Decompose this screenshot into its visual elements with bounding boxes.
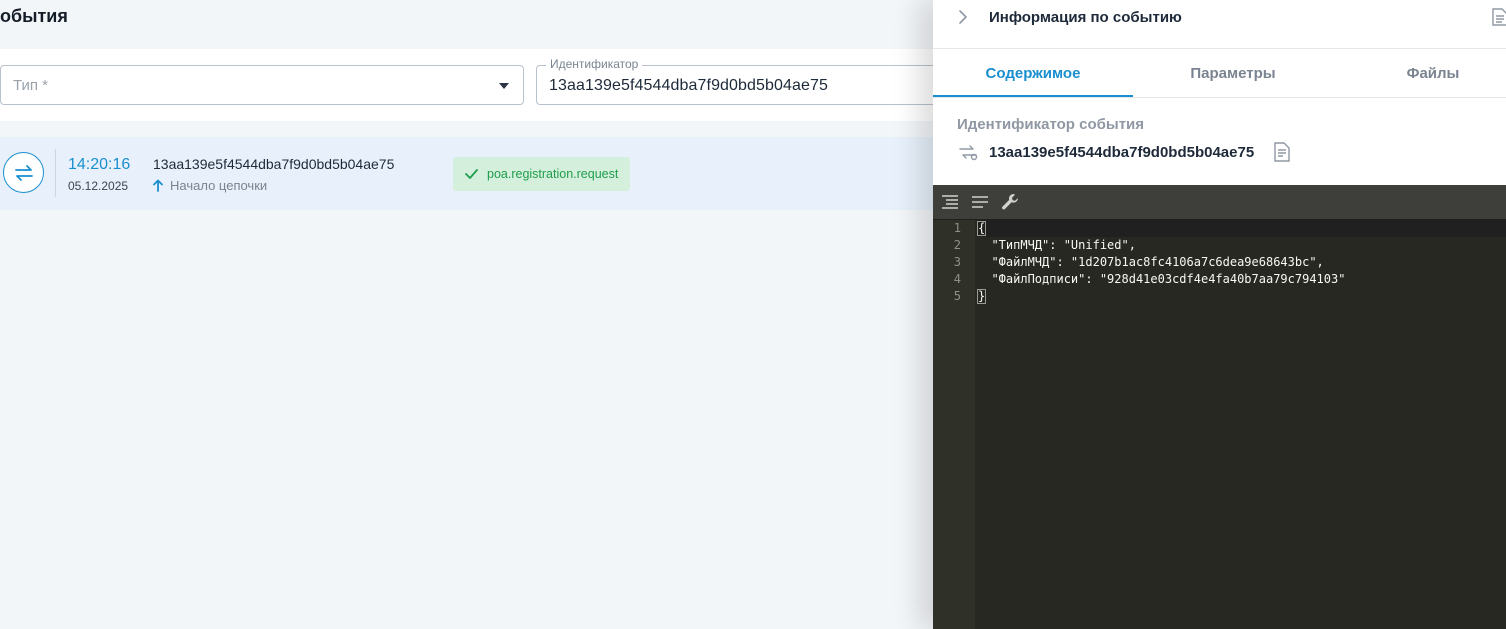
tab-content[interactable]: Содержимое [933,49,1133,97]
code-line: "ТипМЧД": "Unified", [977,238,1136,252]
editor-toolbar [933,185,1506,220]
dropdown-caret-icon[interactable] [499,83,509,89]
copy-document-icon[interactable] [1273,142,1291,162]
tab-files[interactable]: Файлы [1333,49,1506,97]
filter-bar: Тип * Идентификатор 13aa139e5f4544dba7f9… [0,49,946,121]
format-indent-icon[interactable] [941,193,959,211]
line-number: 5 [953,289,961,303]
event-date: 05.12.2025 [68,179,129,193]
identifier-input[interactable]: Идентификатор 13aa139e5f4544dba7f9d0bd5b… [536,57,946,105]
identifier-input-label: Идентификатор [546,57,643,71]
panel-title: Информация по событию [989,9,1182,26]
code-line: "ФайлМЧД": "1d207b1ac8fc4106a7c6dea9e686… [977,255,1324,269]
event-type-label: poa.registration.request [487,167,619,181]
event-id-line: 13aa139e5f4544dba7f9d0bd5b04ae75 [957,142,1291,162]
type-select-placeholder: Тип * [13,77,49,94]
json-editor[interactable]: 1 2 3 4 5 { "ТипМЧД": "Unified", "ФайлМЧ… [933,185,1506,629]
line-number: 3 [953,255,961,269]
line-number: 2 [953,238,961,252]
event-type-badge: poa.registration.request [453,157,631,191]
event-row[interactable]: 14:20:16 05.12.2025 13aa139e5f4544dba7f9… [0,137,940,210]
active-line-highlight [977,220,1506,237]
compact-lines-icon[interactable] [971,193,989,211]
identifier-input-value[interactable]: 13aa139e5f4544dba7f9d0bd5b04ae75 [549,77,828,95]
code-line-text: } [977,289,987,304]
event-identifier: 13aa139e5f4544dba7f9d0bd5b04ae75 [153,156,395,172]
exchange-arrows-icon [3,152,44,193]
code-line: { [977,220,987,237]
chain-start-indicator: Начало цепочки [153,178,267,193]
row-divider [55,149,56,197]
link-arrows-icon [959,145,978,161]
wrench-icon[interactable] [1001,193,1019,211]
editor-gutter: 1 2 3 4 5 [933,220,975,629]
chain-start-label: Начало цепочки [170,178,268,193]
event-info-panel: Информация по событию Содержимое Парамет… [933,0,1506,629]
panel-tabs: Содержимое Параметры Файлы [933,49,1506,98]
code-line: "ФайлПодписи": "928d41e03cdf4e4fa40b7aa7… [977,272,1346,286]
line-number: 1 [953,221,961,235]
document-lines-icon[interactable] [1492,8,1506,26]
event-id-label: Идентификатор события [957,116,1145,133]
checkmark-icon [465,169,478,179]
code-line: } [977,288,987,305]
line-number: 4 [953,272,961,286]
arrow-up-icon [153,179,163,192]
code-line-text: { [977,221,987,236]
event-id-value: 13aa139e5f4544dba7f9d0bd5b04ae75 [989,143,1255,161]
tab-parameters[interactable]: Параметры [1133,49,1333,97]
active-tab-indicator [933,95,1133,97]
chevron-right-icon[interactable] [955,8,971,26]
event-time: 14:20:16 [68,156,131,173]
panel-header: Информация по событию [933,0,1506,49]
page-title: обытия [0,6,68,26]
type-select[interactable]: Тип * [0,65,524,105]
